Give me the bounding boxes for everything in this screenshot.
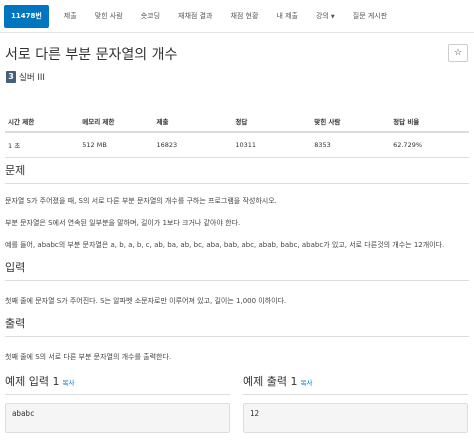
output-section: 출력 첫째 줄에 S의 서로 다른 부분 문자열의 개수를 출력한다. (5, 315, 469, 362)
input-heading: 입력 (5, 259, 469, 281)
nav-rejudge-results[interactable]: 재채점 결과 (169, 11, 221, 21)
nav-question-board[interactable]: 질문 게시판 (344, 11, 396, 21)
table-row: 1 초 512 MB 16823 10311 8353 62.729% (5, 132, 469, 158)
table-header-row: 시간 제한 메모리 제한 제출 정답 맞힌 사람 정답 비율 (5, 111, 469, 133)
value-accept-ratio: 62.729% (390, 132, 469, 158)
value-submissions: 16823 (153, 132, 233, 158)
nav-lecture-label: 강의 (316, 12, 329, 20)
header-accepted: 정답 (232, 111, 312, 133)
value-time-limit: 1 초 (5, 132, 80, 158)
sample-output-box: 12 (243, 403, 468, 433)
sample-input-title: 예제 입력 1 (5, 375, 60, 388)
problem-section: 문제 문자열 S가 주어졌을 때, S의 서로 다른 부분 문자열의 개수를 구… (5, 162, 469, 250)
input-text: 첫째 줄에 문자열 S가 주어진다. S는 알파벳 소문자로만 이루어져 있고,… (5, 297, 287, 305)
output-text: 첫째 줄에 S의 서로 다른 부분 문자열의 개수를 출력한다. (5, 353, 172, 361)
value-memory-limit: 512 MB (79, 132, 154, 158)
tier-badge: 3 (6, 71, 16, 83)
nav-judge-status[interactable]: 채점 현황 (221, 11, 267, 21)
problem-text-line: 문자열 S가 주어졌을 때, S의 서로 다른 부분 문자열의 개수를 구하는 … (5, 197, 277, 205)
nav-problem-id[interactable]: 11478번 (4, 4, 49, 28)
header-submissions: 제출 (153, 111, 233, 133)
problem-nav: 11478번 제출 맞힌 사람 숏코딩 재채점 결과 채점 현황 내 제출 강의… (0, 0, 474, 33)
tier-name: 실버 III (19, 73, 45, 83)
header-time-limit: 시간 제한 (5, 111, 80, 133)
problem-text-line: 예를 들어, ababc의 부분 문자열은 a, b, a, b, c, ab,… (5, 241, 445, 249)
value-solved-users: 8353 (311, 132, 391, 158)
page-title: 서로 다른 부분 문자열의 개수 (5, 47, 178, 63)
header-solved-users: 맞힌 사람 (311, 111, 391, 133)
sample-input-header: 예제 입력 1 복사 (5, 373, 230, 395)
nav-my-submissions[interactable]: 내 제출 (267, 11, 307, 21)
star-button[interactable]: ☆ (448, 44, 468, 62)
header-accept-ratio: 정답 비율 (390, 111, 469, 133)
input-section: 입력 첫째 줄에 문자열 S가 주어진다. S는 알파벳 소문자로만 이루어져 … (5, 259, 469, 306)
nav-short-coding[interactable]: 숏코딩 (132, 11, 169, 21)
sample-input-box: ababc (5, 403, 230, 433)
nav-solved-users[interactable]: 맞힌 사람 (86, 11, 132, 21)
caret-down-icon: ▼ (330, 14, 335, 20)
sample-input-panel: 예제 입력 1 복사 ababc (5, 373, 230, 433)
output-heading: 출력 (5, 315, 469, 337)
nav-lecture-dropdown[interactable]: 강의 ▼ (307, 11, 344, 21)
sample-output-header: 예제 출력 1 복사 (243, 373, 468, 395)
star-icon: ☆ (453, 48, 463, 58)
nav-submit[interactable]: 제출 (55, 11, 86, 21)
sample-output-title: 예제 출력 1 (243, 375, 298, 388)
value-accepted: 10311 (232, 132, 312, 158)
problem-heading: 문제 (5, 162, 469, 184)
problem-text-line: 부분 문자열은 S에서 연속된 일부분을 말하며, 길이가 1보다 크거나 같아… (5, 219, 241, 227)
copy-input-button[interactable]: 복사 (62, 379, 74, 387)
problem-info-table: 시간 제한 메모리 제한 제출 정답 맞힌 사람 정답 비율 1 초 512 M… (5, 111, 469, 158)
header-memory-limit: 메모리 제한 (79, 111, 154, 133)
sample-output-panel: 예제 출력 1 복사 12 (243, 373, 468, 433)
tier-badge-group: 3 실버 III (6, 71, 45, 83)
copy-output-button[interactable]: 복사 (300, 379, 312, 387)
